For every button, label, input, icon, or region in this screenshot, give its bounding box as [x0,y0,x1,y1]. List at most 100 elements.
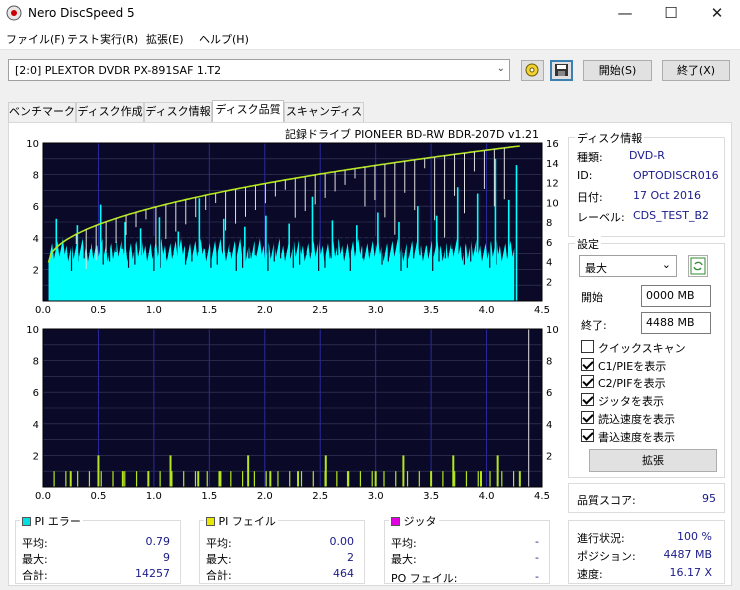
pi-error-chart: 0.0 0.5 1.0 1.5 2.0 2.5 3.0 3.5 4.0 4.5 2 4 6 8 10 2 4 6 8… [26,139,559,316]
jitter-swatch [391,517,400,526]
x-tick-label: 3.5 [423,305,439,316]
menu-run-test[interactable]: テスト実行(R) [67,31,138,47]
x-tick-label: 0.5 [90,491,106,501]
drive-select-value: [2:0] PLEXTOR DVDR PX-891SAF 1.T2 [15,64,222,77]
x-tick-label: 4.0 [479,305,495,316]
minimize-button[interactable]: — [602,0,648,28]
menu-bar: ファイル(F) テスト実行(R) 拡張(E) ヘルプ(H) [0,28,740,50]
quick-scan-checkbox[interactable] [581,340,594,353]
chevron-down-icon: ⌄ [496,63,505,74]
speed-label: 速度: [577,568,603,581]
quality-score-label: 品質スコア: [577,494,636,507]
pi-fail-total-label: 合計: [206,569,232,582]
start-button[interactable]: 開始(S) [583,60,652,81]
pi-fail-avg-label: 平均: [206,537,232,550]
x-tick-label: 2.5 [312,305,328,316]
y2-tick-label: 2 [546,277,552,288]
x-tick-label: 0.0 [35,305,51,316]
drive-eject-button[interactable] [521,60,544,81]
tab-disc-info[interactable]: ディスク情報 [144,102,212,122]
close-button[interactable]: ✕ [694,0,740,28]
menu-help[interactable]: ヘルプ(H) [199,31,249,47]
pi-error-avg-label: 平均: [22,537,48,550]
tab-create-disc[interactable]: ディスク作成 [76,102,144,122]
disc-id-label: ID: [577,169,593,182]
advanced-button[interactable]: 拡張 [589,449,717,472]
jitter-title: ジッタ [403,515,437,528]
show-jitter-label: ジッタを表示 [598,395,664,408]
drive-icon [525,63,539,77]
pi-fail-header: PI フェイル [204,513,278,529]
pi-error-swatch [22,517,31,526]
show-c2-pif-checkbox[interactable] [581,375,594,388]
chevron-down-icon: ⌄ [661,258,671,271]
tab-benchmark[interactable]: ベンチマーク [8,102,76,122]
y-tick-label: 2 [33,265,39,276]
settings-title: 設定 [575,236,601,252]
position-value: 4487 MB [663,548,712,561]
refresh-icon [690,257,706,275]
pi-fail-max-label: 最大: [206,553,232,566]
refresh-button[interactable] [688,255,708,277]
y-tick-label: 4 [33,234,39,245]
save-button[interactable] [550,60,573,81]
pi-fail-chart: 0.0 0.5 1.0 1.5 2.0 2.5 3.0 3.5 4.0 4.5 2 4 6 8 10 2 4 6 8… [26,325,559,501]
show-c1-pie-checkbox[interactable] [581,358,594,371]
show-c2-pif-label: C2/PIFを表示 [598,377,666,390]
x-tick-label: 0.0 [35,491,51,501]
speed-select-value: 最大 [585,262,607,275]
progress-value: 100 % [677,530,712,543]
x-tick-label: 3.0 [368,491,384,501]
exit-button[interactable]: 終了(X) [662,60,730,81]
menu-extra[interactable]: 拡張(E) [146,31,184,47]
pi-error-max-value: 9 [163,551,170,564]
start-range-label: 開始 [581,291,603,304]
pi-error-stats: PI エラー 平均: 0.79 最大: 9 合計: 14257 [15,513,181,584]
speed-select[interactable]: 最大 ⌄ [579,255,677,277]
show-read-speed-label: 読込速度を表示 [598,413,675,426]
y-tick-label: 2 [33,451,39,462]
tab-disc-quality[interactable]: ディスク品質 [212,100,284,123]
window-title: Nero DiscSpeed 5 [28,6,135,20]
y-tick-label: 8 [33,171,39,182]
x-tick-label: 1.5 [201,305,217,316]
speed-value: 16.17 X [669,566,712,579]
y-tick-label: 6 [33,388,39,399]
menu-file[interactable]: ファイル(F) [6,31,65,47]
tab-strip: ベンチマーク ディスク作成 ディスク情報 ディスク品質 スキャンディスク [8,100,732,136]
end-range-input[interactable]: 4488 MB [641,312,711,334]
tab-scan-disc[interactable]: スキャンディスク [284,102,364,136]
show-jitter-checkbox[interactable] [581,393,594,406]
pi-fail-max-value: 2 [347,551,354,564]
pi-fail-swatch [206,517,215,526]
y2-tick-label: 4 [546,420,552,431]
start-range-input[interactable]: 0000 MB [641,285,711,307]
drive-select[interactable]: [2:0] PLEXTOR DVDR PX-891SAF 1.T2 ⌄ [8,59,510,81]
disc-date-value: 17 Oct 2016 [633,189,702,202]
y-tick-label: 10 [26,139,39,150]
show-write-speed-checkbox[interactable] [581,429,594,442]
y2-tick-label: 14 [546,159,559,170]
maximize-button[interactable]: ☐ [648,0,694,28]
position-label: ポジション: [577,550,636,563]
pi-fail-avg-value: 0.00 [329,535,355,548]
show-read-speed-checkbox[interactable] [581,411,594,424]
show-c1-pie-label: C1/PIEを表示 [598,360,667,373]
y-tick-label: 6 [33,202,39,213]
pi-error-total-label: 合計: [22,569,48,582]
y2-tick-label: 8 [546,218,552,229]
title-bar: Nero DiscSpeed 5 — ☐ ✕ [0,0,740,28]
y2-tick-label: 10 [546,325,559,336]
y2-tick-label: 10 [546,198,559,209]
jitter-avg-label: 平均: [391,537,417,550]
x-tick-label: 1.0 [146,305,162,316]
disc-info-title: ディスク情報 [575,130,645,146]
x-tick-label: 2.0 [257,491,273,501]
show-write-speed-label: 書込速度を表示 [598,431,675,444]
pi-fail-title: PI フェイル [218,515,276,528]
y2-tick-label: 16 [546,139,559,150]
y2-tick-label: 8 [546,357,552,368]
x-tick-label: 2.0 [257,305,273,316]
x-tick-label: 4.0 [479,491,495,501]
pi-fail-total-value: 464 [333,567,354,580]
